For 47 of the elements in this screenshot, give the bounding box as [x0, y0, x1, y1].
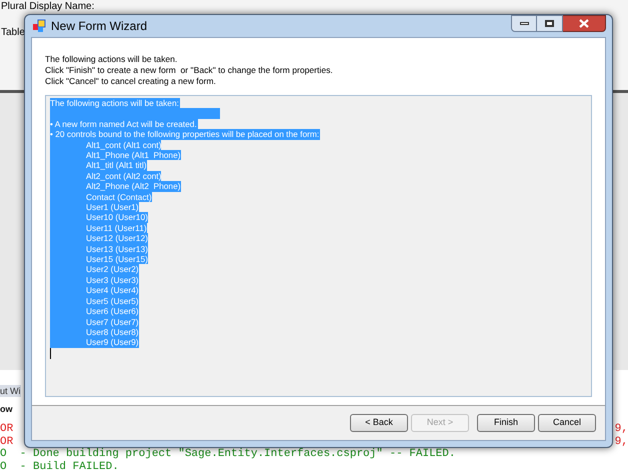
property-item: User6 (User6)	[86, 306, 139, 317]
property-item: User12 (User12)	[86, 233, 148, 244]
wizard-button[interactable]: < Back	[350, 414, 408, 432]
summary-heading: The following actions will be taken:	[50, 98, 180, 108]
summary-textbox[interactable]	[45, 95, 592, 397]
minimize-button[interactable]	[511, 15, 537, 32]
property-item: User13 (User13)	[86, 244, 148, 254]
instruction-text: The following actions will be taken.	[45, 54, 178, 65]
property-item: User8 (User8)	[86, 326, 139, 338]
panel-tab[interactable]: ut Wi	[0, 385, 21, 397]
app-icon	[32, 19, 46, 33]
summary-bullet: • A new form named Act will be created.	[50, 118, 198, 130]
property-item: Alt1_Phone (Alt1 Phone)	[86, 150, 181, 160]
window-title: New Form Wizard	[51, 18, 148, 35]
property-item: User3 (User3)	[86, 274, 139, 286]
property-item: Alt2_cont (Alt2 cont)	[86, 170, 162, 182]
property-item: User7 (User7)	[86, 316, 139, 327]
property-item: User11 (User11)	[86, 222, 147, 234]
output-line: OR	[0, 423, 14, 436]
maximize-button[interactable]	[537, 15, 563, 32]
property-item: User5 (User5)	[86, 296, 139, 306]
text-cursor	[50, 348, 51, 359]
wizard-button[interactable]: Finish	[477, 414, 535, 432]
summary-bullet: • 20 controls bound to the following properties will be placed on the form:	[50, 129, 320, 140]
output-line: OR	[0, 436, 14, 448]
property-item: Alt1_titl (Alt1 titl)	[86, 160, 147, 171]
field-label: Table	[1, 27, 25, 39]
property-item: Contact (Contact)	[86, 192, 152, 202]
property-item: User9 (User9)	[86, 337, 139, 348]
property-item: User10 (User10)	[86, 212, 148, 223]
property-item: User4 (User4)	[86, 285, 139, 296]
output-line: O - Build FAILED.	[0, 460, 119, 473]
property-item: User2 (User2)	[86, 264, 139, 275]
output-line: O - Done building project "Sage.Entity.Interfaces.csproj" -- FAILED.	[0, 448, 456, 460]
instruction-text: Click "Cancel" to cancel creating a new form.	[45, 76, 216, 87]
property-item: User15 (User15)	[86, 254, 148, 264]
property-item: Alt2_Phone (Alt2 Phone)	[86, 181, 181, 192]
property-item: Alt1_cont (Alt1 cont)	[86, 140, 162, 150]
output-line: 9,	[614, 423, 628, 436]
close-icon	[579, 19, 589, 28]
wizard-button[interactable]: Cancel	[538, 414, 596, 432]
panel-label: ow	[0, 403, 12, 415]
output-line: 9,	[614, 436, 628, 448]
instruction-text: Click "Finish" to create a new form or "Back" to change the form properties.	[45, 65, 333, 76]
property-item: User1 (User1)	[86, 202, 139, 212]
field-label: Plural Display Name:	[1, 1, 94, 13]
close-button[interactable]	[563, 15, 606, 32]
